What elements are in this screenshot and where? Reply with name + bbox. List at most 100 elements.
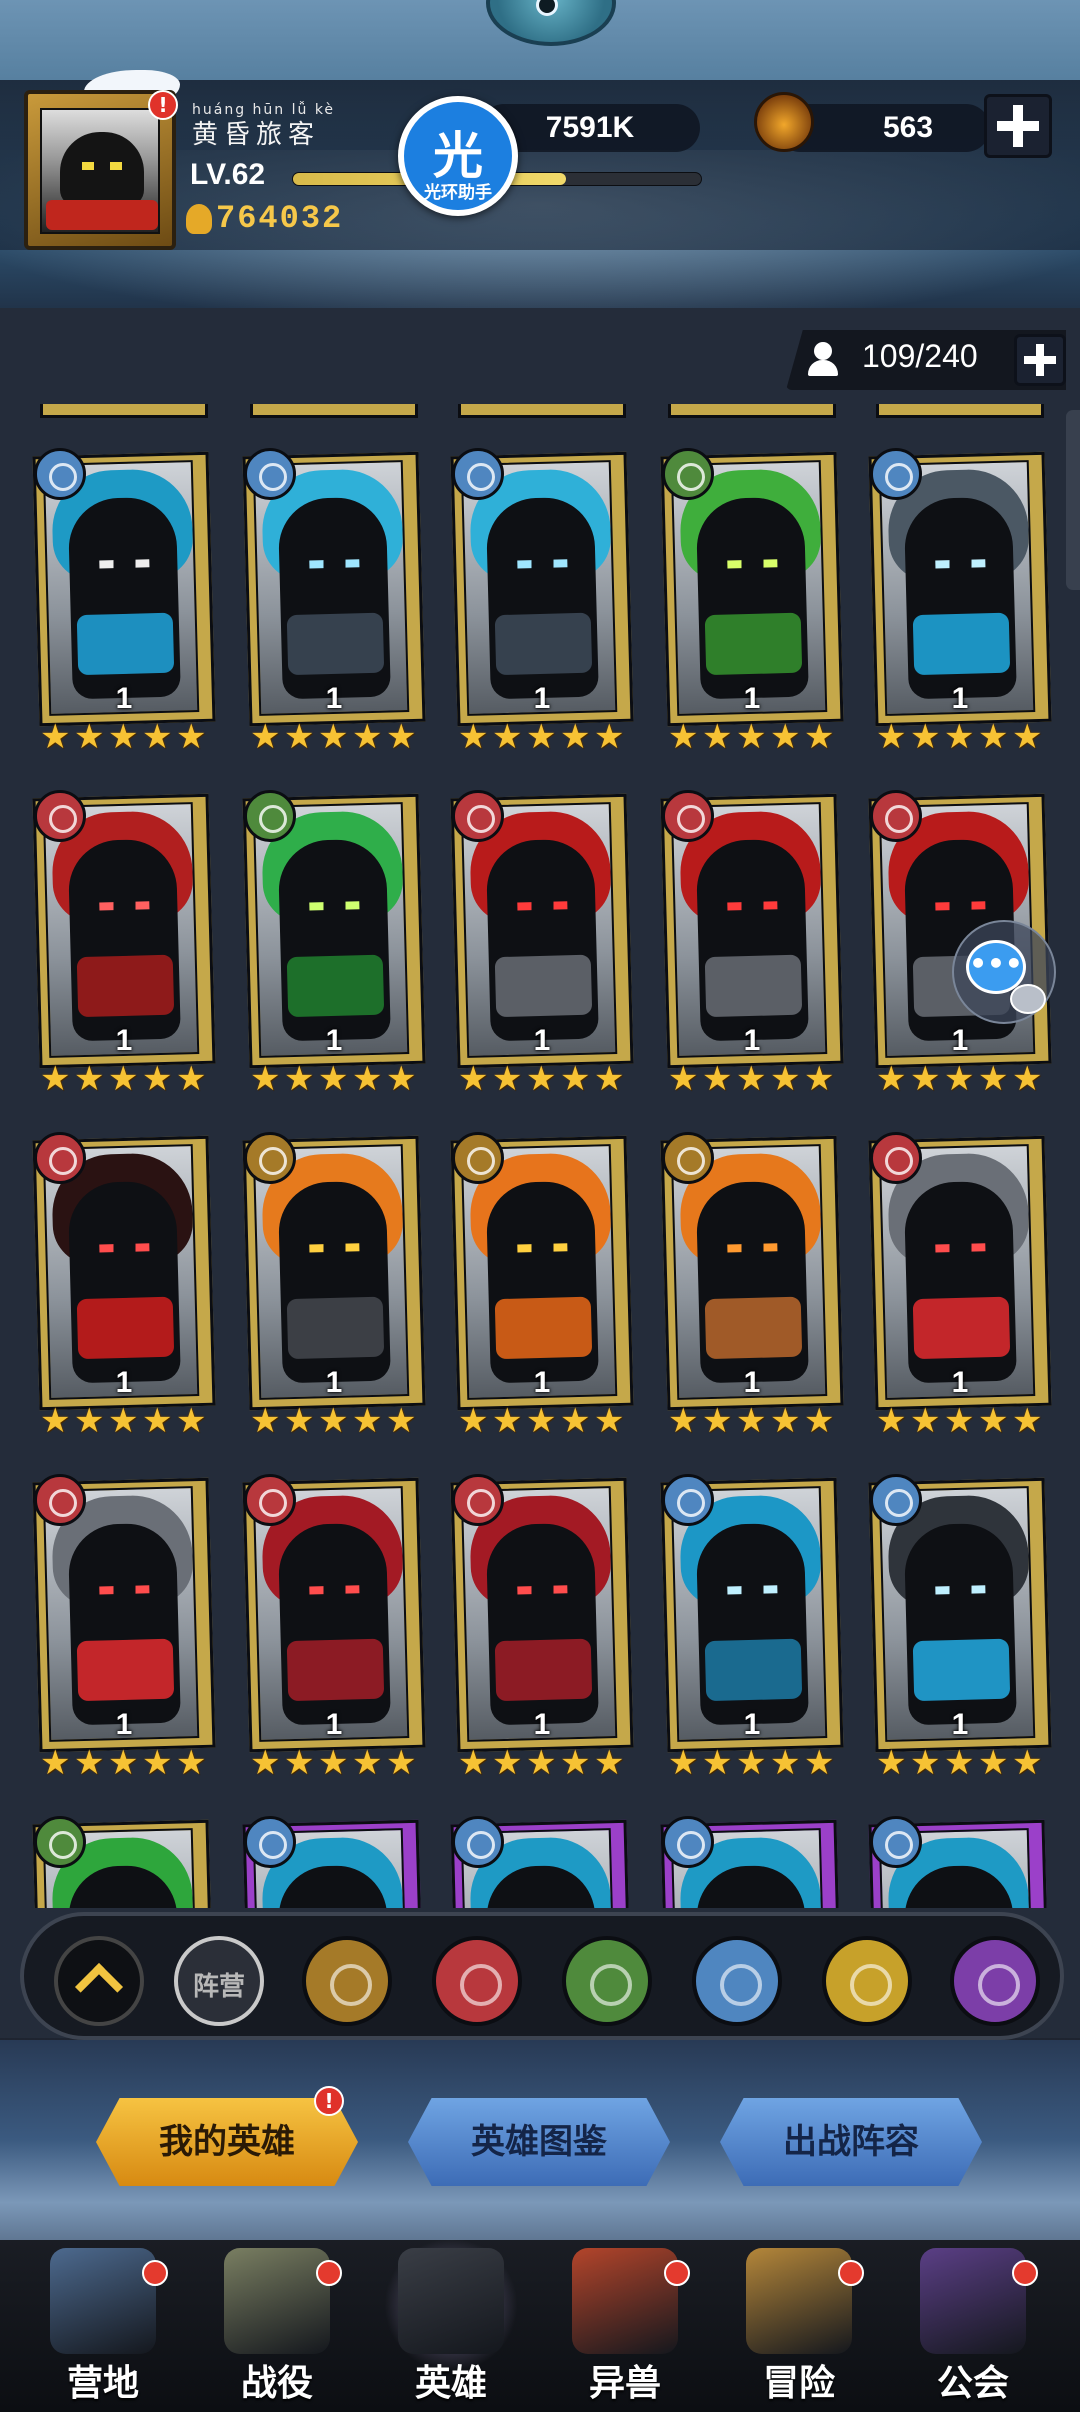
fire-element-icon [870,790,922,842]
hero-star-rating: ★ ★ ★ ★ ★ [458,1060,634,1098]
battle-icon [224,2248,330,2354]
nav-adventure[interactable]: 冒险 [714,2242,884,2412]
hero-card[interactable] [450,1816,634,1908]
nav-camp[interactable]: 营地 [18,2242,188,2412]
helper-label: 光环助手 [424,183,492,203]
hero-card[interactable] [32,1816,216,1908]
star-icon: ★ [74,1743,105,1783]
previous-row-card-edge [458,404,626,418]
star-icon: ★ [1012,1743,1043,1783]
hero-card[interactable]: 1 ★ ★ ★ ★ ★ [450,448,634,756]
star-icon: ★ [702,1401,733,1441]
star-icon: ★ [668,1401,699,1441]
hero-star-rating: ★ ★ ★ ★ ★ [668,1060,844,1098]
hero-outfit [704,954,803,1018]
star-icon: ★ [1012,717,1043,757]
hero-card[interactable] [868,1816,1052,1908]
expand-capacity-button[interactable] [1014,334,1066,386]
hero-card[interactable]: 1 ★ ★ ★ ★ ★ [242,448,426,757]
hero-eyes [99,1243,150,1253]
star-icon: ★ [876,717,907,757]
hero-star-rating: ★ ★ ★ ★ ★ [40,1744,216,1782]
star-icon: ★ [108,1401,139,1441]
hero-eyes [309,559,360,569]
star-icon: ★ [594,1401,625,1441]
hero-card[interactable]: 1 ★ ★ ★ ★ ★ [32,1132,216,1441]
hero-card[interactable]: 1 ★ ★ ★ ★ ★ [450,790,634,1098]
star-icon: ★ [318,1059,349,1099]
nav-guild[interactable]: 公会 [888,2242,1058,2412]
star-icon: ★ [736,1743,767,1783]
hero-card[interactable]: 1 ★ ★ ★ ★ ★ [660,448,844,757]
hero-card[interactable]: 1 ★ ★ ★ ★ ★ [868,1474,1052,1783]
hero-card[interactable]: 1 ★ ★ ★ ★ ★ [450,1474,634,1782]
hero-outfit [494,612,593,676]
nav-battle[interactable]: 战役 [192,2242,362,2412]
hero-star-rating: ★ ★ ★ ★ ★ [876,718,1052,756]
star-icon: ★ [250,717,281,757]
nav-beast[interactable]: 异兽 [540,2242,710,2412]
hero-card[interactable] [242,1816,426,1908]
filter-nature-button[interactable] [562,1936,652,2026]
hero-card[interactable]: 1 ★ ★ ★ ★ ★ [242,790,426,1099]
hero-eyes [99,901,150,911]
hero-card[interactable]: 1 ★ ★ ★ ★ ★ [660,1474,844,1783]
filter-water-button[interactable] [692,1936,782,2026]
fire-element-icon [34,1474,86,1526]
star-icon: ★ [804,1743,835,1783]
element-filter-bar: 阵营 [20,1912,1064,2040]
nav-hero[interactable]: 英雄 [366,2238,536,2412]
star-icon: ★ [142,717,173,757]
avatar-hood [60,132,144,206]
hero-star-rating: ★ ★ ★ ★ ★ [668,1402,844,1440]
hero-level: 1 [743,1708,761,1741]
hero-level: 1 [951,682,969,715]
star-icon: ★ [702,717,733,757]
add-medal-button[interactable] [984,94,1052,158]
tab-hero-codex[interactable]: 英雄图鉴 [408,2098,670,2186]
my-heroes-alert-badge: ! [314,2086,344,2116]
collapse-filter-button[interactable] [54,1936,144,2026]
star-icon: ★ [40,1743,71,1783]
star-icon: ★ [284,717,315,757]
water-element-icon [662,1474,714,1526]
hero-level: 1 [743,1366,761,1399]
star-icon: ★ [142,1743,173,1783]
hero-card[interactable]: 1 ★ ★ ★ ★ ★ [32,1474,216,1782]
star-icon: ★ [386,1401,417,1441]
light-element-icon [662,1132,714,1184]
hero-card[interactable]: 1 ★ ★ ★ ★ ★ [868,1132,1052,1440]
star-icon: ★ [458,1743,489,1783]
star-icon: ★ [978,1059,1009,1099]
water-element-icon [662,1816,714,1868]
fire-element-icon [244,1474,296,1526]
helper-assistant-button[interactable]: 光 光环助手 [398,96,518,216]
water-element-icon [870,1474,922,1526]
hero-star-rating: ★ ★ ★ ★ ★ [458,1744,634,1782]
hero-card[interactable]: 1 ★ ★ ★ ★ ★ [242,1132,426,1441]
chat-mini-icon [1010,984,1046,1014]
hero-level: 1 [533,1024,551,1057]
hero-card[interactable]: 1 ★ ★ ★ ★ ★ [242,1474,426,1782]
tab-battle-lineup[interactable]: 出战阵容 [720,2098,982,2186]
filter-void-button[interactable] [950,1936,1040,2026]
hero-card[interactable]: 1 ★ ★ ★ ★ ★ [660,1132,844,1440]
hero-card[interactable] [660,1816,844,1908]
camp-filter-button[interactable]: 阵营 [174,1936,264,2026]
filter-fire-button[interactable] [432,1936,522,2026]
hero-card[interactable]: 1 ★ ★ ★ ★ ★ [32,790,216,1098]
hero-star-rating: ★ ★ ★ ★ ★ [40,718,216,756]
filter-light-button[interactable] [302,1936,392,2026]
chat-float-button[interactable]: ••• [952,920,1056,1024]
hero-card[interactable]: 1 ★ ★ ★ ★ ★ [450,1132,634,1441]
hero-card[interactable]: 1 ★ ★ ★ ★ ★ [660,790,844,1098]
previous-row-card-edge [250,404,418,418]
star-icon: ★ [668,717,699,757]
hero-star-rating: ★ ★ ★ ★ ★ [458,718,634,756]
previous-row-card-edge [40,404,208,418]
hero-card[interactable]: 1 ★ ★ ★ ★ ★ [32,448,216,756]
star-icon: ★ [560,1743,591,1783]
water-element-icon [34,448,86,500]
filter-holy-button[interactable] [822,1936,912,2026]
hero-card[interactable]: 1 ★ ★ ★ ★ ★ [868,448,1052,756]
